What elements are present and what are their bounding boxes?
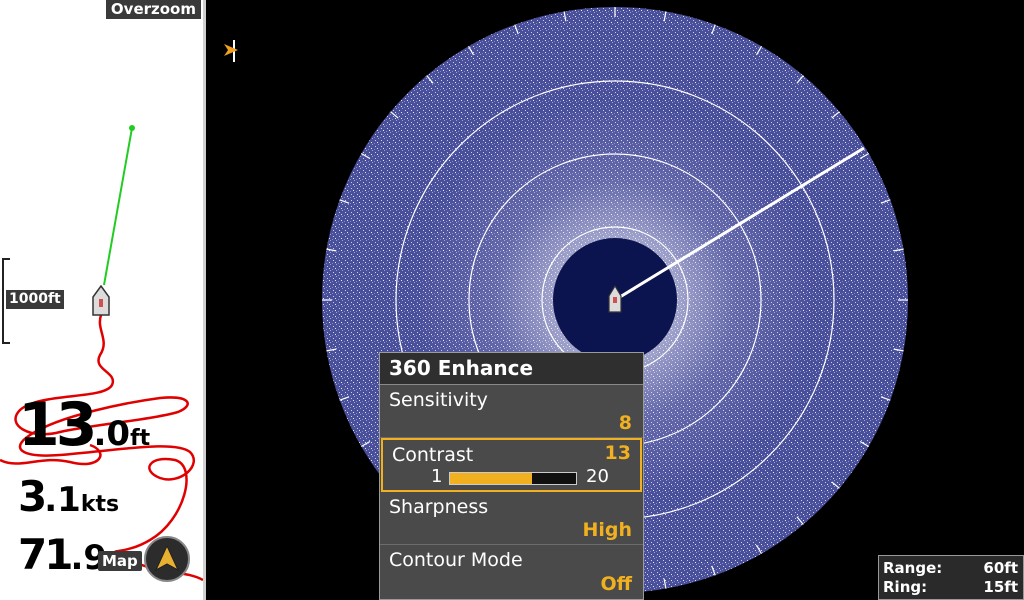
- compass-arrow-icon: [154, 544, 180, 572]
- scale-label: 1000ft: [6, 290, 64, 309]
- contrast-label: Contrast: [392, 444, 474, 466]
- contrast-value: 13: [604, 442, 631, 464]
- sensitivity-label: Sensitivity: [389, 389, 488, 411]
- cursor-arrow-icon: [224, 40, 238, 62]
- menu-item-sharpness[interactable]: Sharpness High: [380, 492, 643, 545]
- ring-value: 15ft: [983, 578, 1018, 596]
- range-label: Range:: [883, 559, 943, 577]
- heading-line: [103, 127, 133, 286]
- range-value: 60ft: [983, 559, 1018, 577]
- contrast-slider[interactable]: 1 20: [431, 466, 631, 488]
- menu-item-contrast[interactable]: Contrast 13 1 20: [381, 438, 642, 492]
- boat-icon: [92, 285, 110, 316]
- menu-item-contour-mode[interactable]: Contour Mode Off: [380, 545, 643, 598]
- ring-label: Ring:: [883, 578, 928, 596]
- compass-button[interactable]: [144, 536, 190, 582]
- temperature-whole: 71: [18, 530, 73, 579]
- slider-fill: [450, 473, 532, 484]
- contour-mode-label: Contour Mode: [389, 549, 523, 571]
- sharpness-value: High: [582, 519, 632, 541]
- speed-readout: 3.1kts: [18, 472, 119, 521]
- depth-unit: ft: [130, 426, 151, 451]
- range-row: Range: 60ft: [883, 559, 1018, 578]
- slider-max-label: 20: [586, 466, 609, 487]
- menu-title: 360 Enhance: [380, 353, 643, 385]
- speed-whole: 3: [18, 472, 47, 521]
- chart-map-pane[interactable]: Overzoom 1000ft 13.0ft 3.1kts 71.9°F Map: [0, 0, 203, 600]
- contour-mode-value: Off: [600, 573, 632, 595]
- map-view-button[interactable]: Map: [98, 551, 142, 571]
- speed-decimal: .1: [44, 480, 81, 520]
- speed-unit: kts: [80, 492, 120, 517]
- ring-row: Ring: 15ft: [883, 578, 1018, 597]
- sharpness-label: Sharpness: [389, 496, 489, 518]
- depth-whole: 13: [18, 390, 97, 460]
- depth-decimal: .0: [93, 414, 131, 454]
- slider-min-label: 1: [431, 466, 443, 487]
- slider-track[interactable]: [449, 472, 577, 485]
- range-info-box: Range: 60ft Ring: 15ft: [878, 555, 1024, 600]
- enhance-menu: 360 Enhance Sensitivity 8 Contrast 13 1 …: [379, 352, 644, 600]
- overzoom-label: Overzoom: [105, 0, 201, 19]
- menu-item-sensitivity[interactable]: Sensitivity 8: [380, 385, 643, 438]
- sensitivity-value: 8: [618, 412, 632, 434]
- waypoint-dot: [129, 125, 135, 131]
- depth-readout: 13.0ft: [18, 390, 150, 460]
